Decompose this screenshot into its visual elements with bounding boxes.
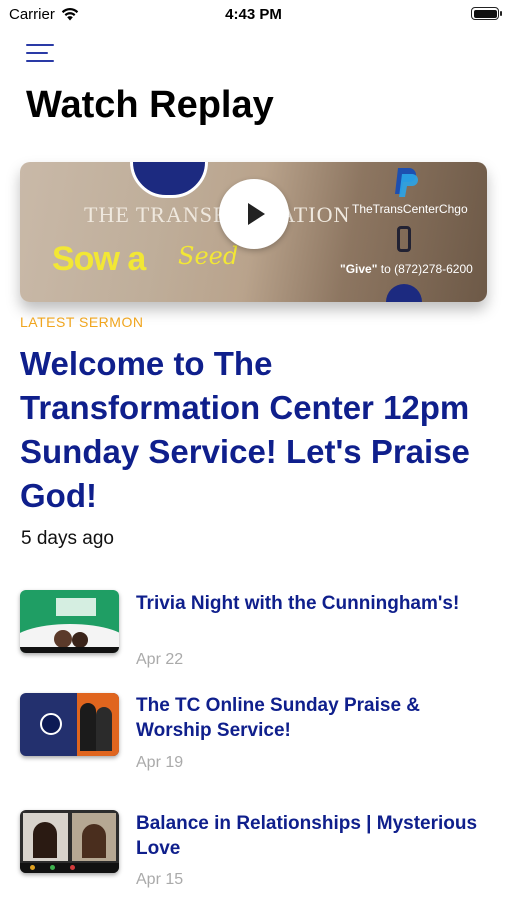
phone-icon [397, 226, 411, 252]
list-item-date: Apr 15 [136, 871, 184, 888]
list-item-title: Balance in Relationships | Mysterious Lo… [136, 813, 478, 859]
play-button[interactable] [219, 179, 289, 249]
paypal-icon [395, 168, 418, 197]
hero-handle-text: TheTransCenterChgo [352, 202, 468, 216]
video-thumbnail [20, 693, 119, 756]
featured-sermon-date: 5 days ago [21, 528, 114, 549]
latest-sermon-label: LATEST SERMON [20, 314, 144, 330]
video-thumbnail [20, 590, 119, 653]
hero-brand-text: THE TRANSFORMATION [84, 202, 351, 227]
list-item[interactable]: The TC Online Sunday Praise & Worship Se… [20, 693, 490, 783]
video-thumbnail [20, 810, 119, 873]
hero-give-text: "Give" to (872)278-6200 [340, 262, 473, 276]
hero-sow-text: Sow a [52, 240, 146, 278]
battery-icon [471, 7, 502, 20]
menu-icon [26, 44, 54, 46]
list-item-title: The TC Online Sunday Praise & Worship Se… [136, 695, 421, 741]
list-item[interactable]: Trivia Night with the Cunningham's! Apr … [20, 590, 490, 680]
featured-sermon-title[interactable]: Welcome to The Transformation Center 12p… [20, 342, 490, 518]
menu-button[interactable] [26, 42, 54, 64]
status-bar: Carrier 4:43 PM [0, 0, 507, 30]
list-item[interactable]: Balance in Relationships | Mysterious Lo… [20, 810, 490, 895]
status-time: 4:43 PM [225, 6, 282, 23]
list-item-date: Apr 22 [136, 651, 184, 668]
list-item-date: Apr 19 [136, 754, 184, 771]
list-item-title: Trivia Night with the Cunningham's! [136, 593, 460, 614]
page-title: Watch Replay [26, 84, 274, 126]
featured-video-thumbnail[interactable]: THE TRANSFORMATION Sow a Seed TheTransCe… [20, 162, 487, 302]
hero-seed-text: Seed [178, 242, 239, 270]
